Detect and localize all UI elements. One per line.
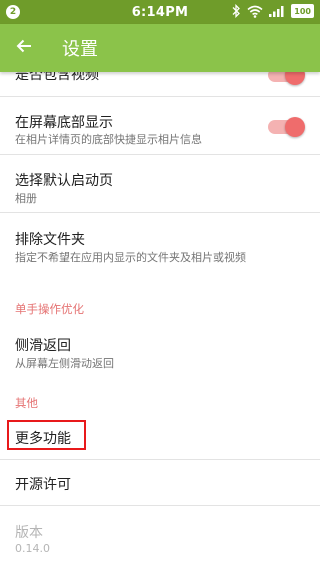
back-button[interactable] <box>0 24 48 72</box>
toggle-thumb <box>285 72 305 85</box>
setting-version: 版本 0.14.0 <box>0 506 320 569</box>
setting-summary: 在相片详情页的底部快捷显示相片信息 <box>15 133 202 146</box>
bluetooth-icon <box>232 4 241 18</box>
bottom-display-toggle[interactable] <box>268 117 305 137</box>
setting-include-videos[interactable]: 是否包含视频 <box>0 72 320 96</box>
notification-badge: 2 <box>6 5 20 19</box>
setting-summary: 相册 <box>15 192 37 205</box>
setting-open-source[interactable]: 开源许可 <box>0 460 320 505</box>
setting-title: 排除文件夹 <box>15 232 85 248</box>
settings-list[interactable]: 是否包含视频 在屏幕底部显示 在相片详情页的底部快捷显示相片信息 选择默认启动页… <box>0 72 320 569</box>
setting-swipe-back[interactable]: 侧滑返回 从屏幕左侧滑动返回 <box>0 322 320 377</box>
version-number: 0.14.0 <box>15 542 50 555</box>
toggle-thumb <box>285 117 305 137</box>
setting-summary: 指定不希望在应用内显示的文件夹及相片或视频 <box>15 251 246 264</box>
status-right: 100 <box>232 4 314 18</box>
setting-title: 版本 <box>15 525 43 541</box>
app-bar: 设置 <box>0 24 320 72</box>
setting-title: 开源许可 <box>15 477 71 493</box>
wifi-icon <box>247 5 263 18</box>
page-title: 设置 <box>62 39 98 60</box>
setting-summary: 从屏幕左侧滑动返回 <box>15 357 114 370</box>
status-time: 6:14PM <box>131 4 189 20</box>
setting-title: 在屏幕底部显示 <box>15 115 113 131</box>
arrow-back-icon <box>16 38 32 58</box>
section-header-other: 其他 <box>15 396 38 410</box>
setting-title: 是否包含视频 <box>15 72 99 83</box>
section-header-one-hand: 单手操作优化 <box>15 302 84 316</box>
status-left: 2 <box>6 5 20 19</box>
setting-title: 选择默认启动页 <box>15 173 113 189</box>
signal-icon <box>269 5 285 17</box>
setting-default-page[interactable]: 选择默认启动页 相册 <box>0 155 320 212</box>
battery-icon: 100 <box>291 4 314 18</box>
setting-title: 侧滑返回 <box>15 338 71 354</box>
setting-exclude-folders[interactable]: 排除文件夹 指定不希望在应用内显示的文件夹及相片或视频 <box>0 213 320 271</box>
status-bar: 2 6:14PM 100 <box>0 0 320 24</box>
include-videos-toggle[interactable] <box>268 72 305 85</box>
highlight-box <box>7 420 86 450</box>
setting-bottom-display[interactable]: 在屏幕底部显示 在相片详情页的底部快捷显示相片信息 <box>0 97 320 154</box>
